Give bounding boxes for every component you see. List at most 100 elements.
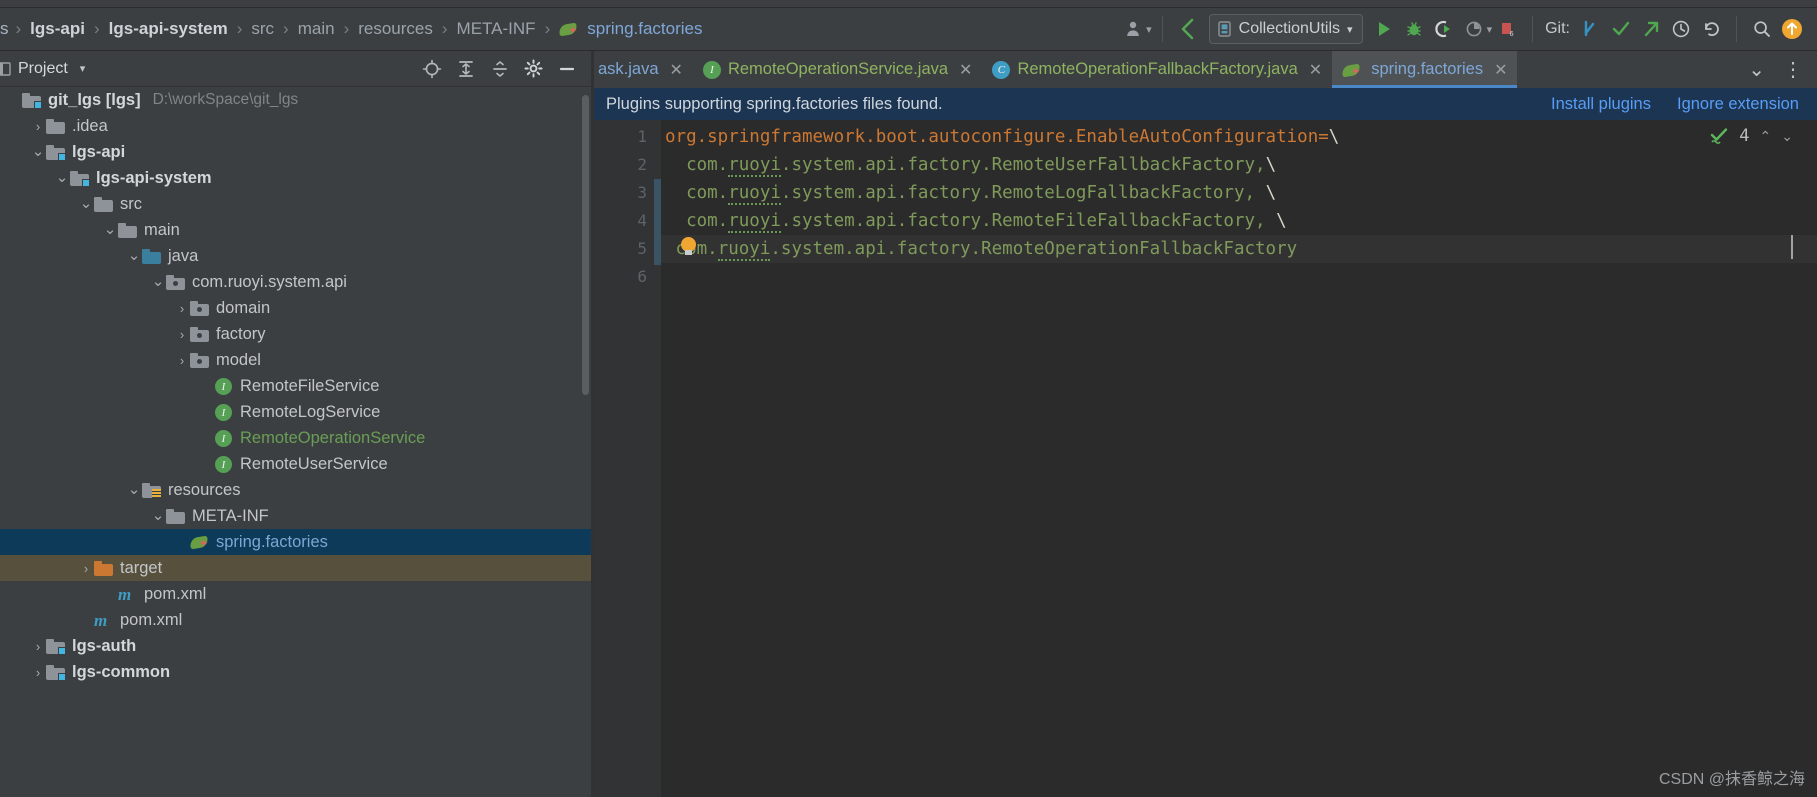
editor-gutter[interactable]: 1 2 3 4 5 6 [594,120,661,797]
tree-node-meta-inf[interactable]: ⌄ META-INF [0,503,591,529]
chevron-right-icon[interactable]: › [174,301,190,316]
tree-scrollbar[interactable] [582,95,589,395]
code-fold-indicator[interactable] [654,179,661,265]
settings-gear-icon[interactable] [524,59,543,78]
code-line[interactable]: com.ruoyi.system.api.factory.RemoteLogFa… [661,179,1817,207]
profiler-icon[interactable] [1459,14,1489,44]
close-icon[interactable]: ✕ [1309,60,1322,80]
chevron-right-icon[interactable]: › [30,665,46,680]
search-everywhere-icon[interactable] [1747,14,1777,44]
code-line[interactable]: com.ruoyi.system.api.factory.RemoteFileF… [661,207,1817,235]
chevron-right-icon[interactable]: › [78,561,94,576]
close-icon[interactable]: ✕ [959,60,972,80]
chevron-down-icon[interactable]: ⌄ [150,274,166,289]
breadcrumb-item-meta-inf[interactable]: META-INF [455,19,538,39]
install-plugins-link[interactable]: Install plugins [1551,95,1651,114]
stop-icon[interactable]: 6 [1492,14,1522,44]
code-line[interactable]: com.ruoyi.system.api.factory.RemoteOpera… [661,235,1817,263]
tree-node-remotelogservice[interactable]: I RemoteLogService [0,399,591,425]
tree-node-spring-factories[interactable]: ✦ spring.factories [0,529,591,555]
chevron-right-icon[interactable]: › [174,327,190,342]
chevron-down-icon[interactable]: ⌄ [102,222,118,237]
git-update-project-icon[interactable] [1576,14,1606,44]
interface-icon-wrap: I [214,404,234,421]
expand-all-icon[interactable] [456,59,476,79]
code-line[interactable]: org.springframework.boot.autoconfigure.E… [661,123,1817,151]
tree-node-java[interactable]: ⌄ java [0,243,591,269]
chevron-down-icon[interactable]: ⌄ [54,170,70,185]
tree-node-factory[interactable]: › factory [0,321,591,347]
tree-node-src[interactable]: ⌄ src [0,191,591,217]
close-icon[interactable]: ✕ [670,60,683,80]
tree-node-com-ruoyi-system-api[interactable]: ⌄ com.ruoyi.system.api [0,269,591,295]
breadcrumb-item-lgs-api-system[interactable]: lgs-api-system [107,19,230,39]
run-icon[interactable] [1369,14,1399,44]
tree-node-model[interactable]: › model [0,347,591,373]
intention-bulb-icon[interactable] [681,237,698,256]
close-icon[interactable]: ✕ [1494,60,1507,80]
breadcrumb-item-resources[interactable]: resources [356,19,435,39]
tab-list-chevron-icon[interactable]: ⌄ [1740,57,1773,82]
run-with-coverage-icon[interactable] [1429,14,1459,44]
tree-node-lgs-auth[interactable]: › lgs-auth [0,633,591,659]
breadcrumb-item-spring-factories[interactable]: spring.factories [585,19,704,39]
back-arrow-icon[interactable] [1173,14,1203,44]
chevron-down-icon[interactable]: ⌄ [30,144,46,159]
git-push-icon[interactable] [1636,14,1666,44]
interface-icon: I [215,378,232,395]
tree-node-remoteoperationservice[interactable]: I RemoteOperationService [0,425,591,451]
folder-icon-wrap [94,196,114,212]
breadcrumb-item-lgs-api[interactable]: lgs-api [28,19,87,39]
breadcrumb-item-src[interactable]: src [249,19,276,39]
chevron-down-icon[interactable]: ⌄ [126,248,142,263]
tree-node-pom-xml[interactable]: m pom.xml [0,607,591,633]
updates-available-icon[interactable] [1777,14,1807,44]
tree-node-git-lgs-lgs[interactable]: git_lgs [lgs] D:\workSpace\git_lgs [0,87,591,113]
tree-node-lgs-common[interactable]: › lgs-common [0,659,591,685]
breadcrumb-truncated-prefix: s [0,19,9,38]
next-problem-icon[interactable]: ⌄ [1781,128,1793,145]
git-commit-icon[interactable] [1606,14,1636,44]
tree-node-domain[interactable]: › domain [0,295,591,321]
code-content[interactable]: org.springframework.boot.autoconfigure.E… [661,120,1817,797]
hide-panel-icon[interactable] [557,59,577,79]
previous-problem-icon[interactable]: ⌃ [1760,128,1772,145]
chevron-down-icon[interactable]: ⌄ [78,196,94,211]
ignore-extension-link[interactable]: Ignore extension [1677,95,1799,114]
chevron-down-icon[interactable]: ▾ [80,62,86,75]
code-editor[interactable]: 1 2 3 4 5 6 org.springframework.boot.autoconf… [594,120,1817,797]
tree-node-resources[interactable]: ⌄ resources [0,477,591,503]
chevron-right-icon[interactable]: › [30,639,46,654]
editor-tab-task-java[interactable]: ask.java ✕ [594,51,693,88]
tree-node-pom-xml[interactable]: m pom.xml [0,581,591,607]
debug-icon[interactable] [1399,14,1429,44]
run-configuration-selector[interactable]: CollectionUtils ▾ [1208,14,1363,44]
tree-node-idea[interactable]: › .idea [0,113,591,139]
tree-node-lgs-api[interactable]: ⌄ lgs-api [0,139,591,165]
chevron-right-icon[interactable]: › [174,353,190,368]
breadcrumb-item-main[interactable]: main [296,19,337,39]
editor-tab-remoteoperationfallbackfactory-java[interactable]: C RemoteOperationFallbackFactory.java ✕ [982,51,1332,88]
history-icon[interactable] [1666,14,1696,44]
undo-icon[interactable] [1696,14,1726,44]
user-profile-icon[interactable] [1120,14,1150,44]
tab-options-icon[interactable]: ⋮ [1777,57,1809,82]
inspections-widget[interactable]: 4 ⌃ ⌄ [1709,126,1793,146]
tree-node-remoteuserservice[interactable]: I RemoteUserService [0,451,591,477]
chevron-down-icon[interactable]: ⌄ [126,482,142,497]
chevron-down-icon[interactable]: ⌄ [150,508,166,523]
spring-leaf-icon-wrap: ✦ [189,534,210,550]
tree-node-label: resources [168,480,241,499]
chevron-right-icon[interactable]: › [30,119,46,134]
tree-node-main[interactable]: ⌄ main [0,217,591,243]
tree-node-remotefileservice[interactable]: I RemoteFileService [0,373,591,399]
editor-tab-spring-factories[interactable]: ✦ spring.factories ✕ [1332,51,1518,88]
code-line[interactable]: com.ruoyi.system.api.factory.RemoteUserF… [661,151,1817,179]
tree-node-target[interactable]: › target [0,555,591,581]
collapse-all-icon[interactable] [490,59,510,79]
tree-node-lgs-api-system[interactable]: ⌄ lgs-api-system [0,165,591,191]
code-line[interactable] [661,263,1817,291]
scroll-from-source-icon[interactable] [422,59,442,79]
editor-tab-remoteoperationservice-java[interactable]: I RemoteOperationService.java ✕ [693,51,983,88]
project-tree[interactable]: git_lgs [lgs] D:\workSpace\git_lgs › .idea ⌄… [0,87,591,797]
